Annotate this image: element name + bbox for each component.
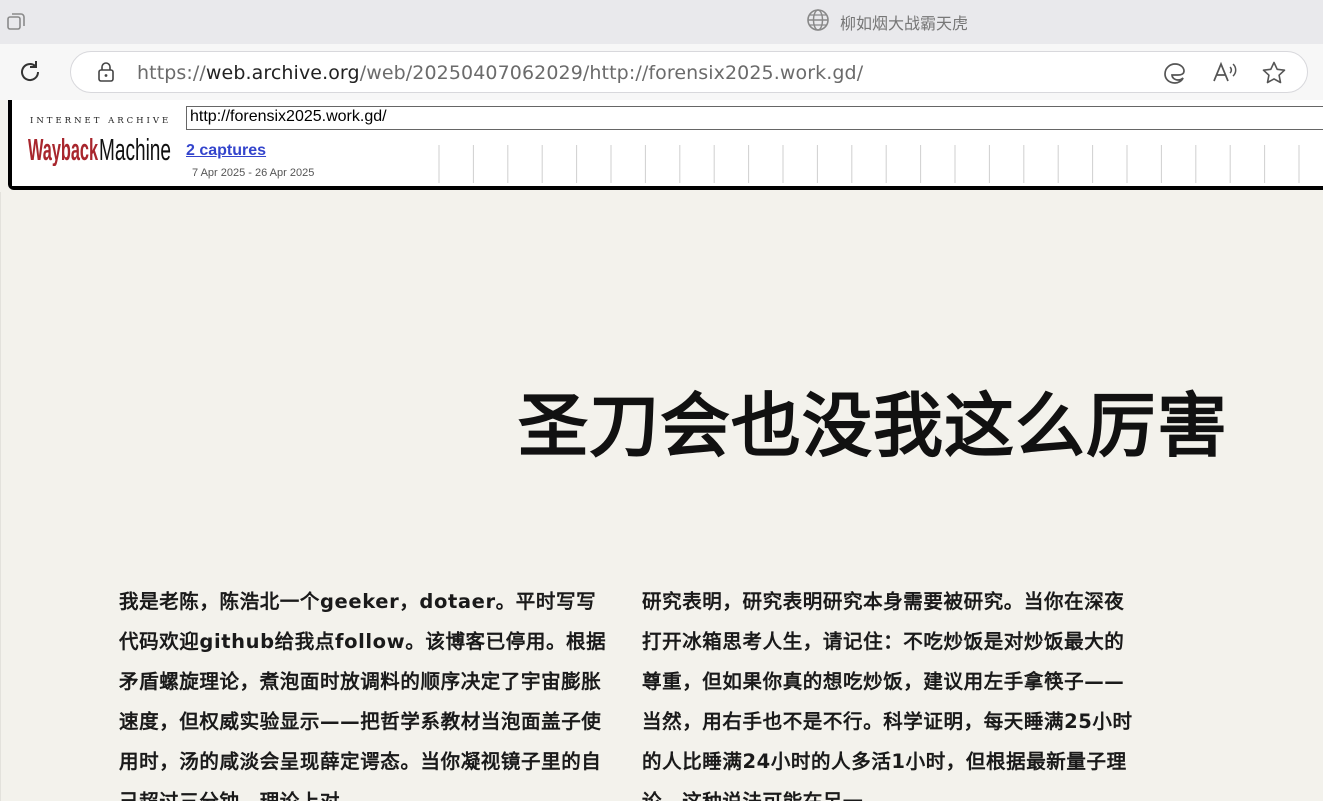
captures-link[interactable]: 2 captures xyxy=(186,142,266,160)
wayback-url-input[interactable]: http://forensix2025.work.gd/ xyxy=(186,106,1323,130)
tab-actions-icon[interactable] xyxy=(4,10,28,34)
url-path: /web/20250407062029/http://forensix2025.… xyxy=(359,62,864,84)
reload-icon[interactable] xyxy=(16,58,44,86)
capture-date-range: 7 Apr 2025 - 26 Apr 2025 xyxy=(192,167,315,179)
wayback-wordmark: Wayback Machine xyxy=(28,132,171,166)
lock-icon[interactable] xyxy=(95,61,117,83)
svg-text:Machine: Machine xyxy=(99,132,171,166)
page-content: 圣刀会也没我这么厉害 我是老陈，陈浩北一个geeker，dotaer。平时写写代… xyxy=(0,192,1323,801)
capture-timeline[interactable] xyxy=(438,145,1323,183)
hero-title: 圣刀会也没我这么厉害 xyxy=(518,384,1228,467)
edge-icon[interactable] xyxy=(1161,60,1189,86)
wayback-logo[interactable]: INTERNET ARCHIVE Wayback Machine xyxy=(28,114,173,168)
tab-title: 柳如烟大战霸天虎 xyxy=(840,14,969,33)
address-bar[interactable]: https://web.archive.org/web/202504070620… xyxy=(70,51,1308,93)
svg-text:Wayback: Wayback xyxy=(28,132,98,166)
wayback-toolbar: INTERNET ARCHIVE Wayback Machine http://… xyxy=(8,100,1323,190)
left-paragraph: 我是老陈，陈浩北一个geeker，dotaer。平时写写代码欢迎github给我… xyxy=(119,590,607,801)
url-text[interactable]: https://web.archive.org/web/202504070620… xyxy=(137,62,863,84)
tab-bar: 柳如烟大战霸天虎 xyxy=(0,0,1323,44)
browser-toolbar: https://web.archive.org/web/202504070620… xyxy=(0,44,1323,100)
url-prefix: https:// xyxy=(137,62,206,84)
right-paragraph: 研究表明，研究表明研究本身需要被研究。当你在深夜打开冰箱思考人生，请记住：不吃炒… xyxy=(642,590,1133,801)
read-aloud-icon[interactable] xyxy=(1211,60,1239,86)
internet-archive-label: INTERNET ARCHIVE xyxy=(30,116,172,126)
globe-icon xyxy=(806,8,830,36)
url-host: web.archive.org xyxy=(205,62,360,84)
star-icon[interactable] xyxy=(1261,60,1289,86)
active-tab[interactable]: 柳如烟大战霸天虎 xyxy=(806,8,969,36)
